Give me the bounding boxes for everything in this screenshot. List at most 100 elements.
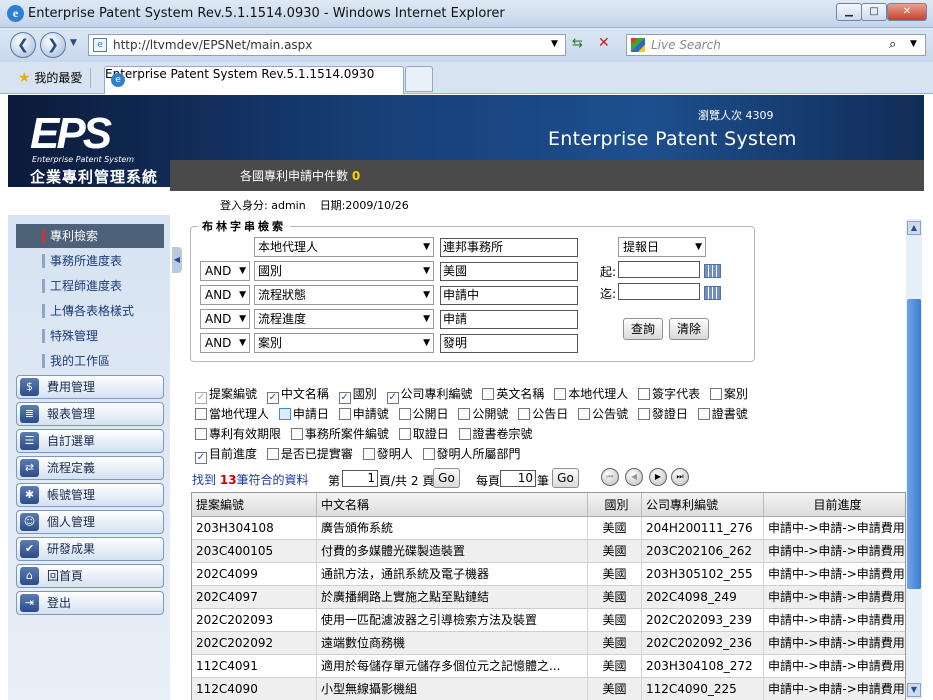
col-header-progress[interactable]: 目前進度 [764,493,905,517]
column-option[interactable]: ✓ 公司專利編號 [386,385,473,404]
live-search-box[interactable]: Live Search ⌕ ▼ [626,34,926,56]
checkbox[interactable]: ✓ [266,392,279,404]
operator-select[interactable]: AND ▼ [200,309,250,329]
checkbox[interactable]: ✓ [386,392,399,404]
sidebar-item-upload-forms[interactable]: 上傳各表格樣式 [16,299,164,323]
column-option[interactable]: 專利有效期限 [195,425,281,442]
table-row[interactable]: 112C4090 小型無線攝影機組 美國 112C4090_225 申請中->申… [192,678,905,700]
menu-account-management[interactable]: ✱ 帳號管理 [16,483,164,507]
field-select[interactable]: 本地代理人 ▼ [254,237,434,257]
clear-button[interactable]: 清除 [669,318,709,340]
go-page-button[interactable]: Go [433,468,460,488]
checkbox[interactable] [362,448,375,460]
go-per-page-button[interactable]: Go [552,468,579,488]
menu-flow-definition[interactable]: ⇄ 流程定義 [16,456,164,480]
table-row[interactable]: 202C202093 使用一匹配濾波器之引導檢索方法及裝置 美國 202C202… [192,609,905,632]
next-page-icon[interactable]: ▶ [649,468,667,486]
menu-rd-results[interactable]: ✔ 研發成果 [16,537,164,561]
value-input[interactable]: 連邦事務所 [440,238,578,257]
column-option[interactable]: 事務所案件編號 [290,425,389,442]
menu-home[interactable]: ⌂ 回首頁 [16,564,164,588]
checkbox[interactable]: ✓ [195,392,207,404]
column-option[interactable]: 證書卷宗號 [458,425,533,442]
column-option[interactable]: 申請日 [278,405,329,422]
field-select[interactable]: 國別 ▼ [254,261,434,281]
checkbox[interactable] [458,408,471,420]
menu-personal-management[interactable]: ☺ 個人管理 [16,510,164,534]
back-icon[interactable]: ❮ [10,32,36,58]
maximize-button[interactable]: □ [861,3,887,21]
column-option[interactable]: 公開號 [458,405,508,422]
page-scrollbar[interactable]: ▲ ▼ [906,219,922,699]
last-page-icon[interactable]: ⏭ [671,468,689,486]
column-option[interactable]: 公開日 [398,405,449,422]
column-option[interactable]: 是否已提實審 [266,445,353,462]
checkbox[interactable] [518,408,531,420]
column-option[interactable]: 發明人 [362,445,413,462]
menu-custom-menu[interactable]: ☰ 自訂選單 [16,429,164,453]
column-option[interactable]: ✓ 目前進度 [195,445,257,464]
search-icon[interactable]: ⌕ [889,37,896,52]
column-option[interactable]: 當地代理人 [195,405,269,422]
table-row[interactable]: 203C400105 付費的多媒體光碟製造裝置 美國 203C202106_26… [192,540,905,563]
history-dropdown-icon[interactable]: ▼ [70,38,77,48]
column-option[interactable]: 申請號 [338,405,389,422]
refresh-icon[interactable]: ⇆ [572,36,583,51]
column-option[interactable]: 發證日 [637,405,688,422]
column-option[interactable]: ✓ 國別 [338,385,377,404]
column-option[interactable]: 取證日 [398,425,449,442]
sidebar-item-my-workspace[interactable]: 我的工作區 [16,349,164,373]
to-date-input[interactable] [618,283,700,300]
per-page-input[interactable]: 10 [500,470,536,487]
favorites-button[interactable]: ★ 我的最愛 [18,69,82,86]
column-option[interactable]: 案別 [709,385,748,402]
minimize-button[interactable]: ▁ [836,3,862,21]
checkbox[interactable] [578,408,591,420]
col-header-country[interactable]: 國別 [588,493,642,517]
checkbox[interactable]: ✓ [195,452,207,464]
menu-fee-management[interactable]: $ 費用管理 [16,375,164,399]
checkbox[interactable] [482,388,495,400]
column-option[interactable]: 英文名稱 [482,385,544,402]
checkbox[interactable]: ✓ [338,392,351,404]
sidebar-item-engineer-progress[interactable]: 工程師進度表 [16,274,164,298]
field-select[interactable]: 案別 ▼ [254,333,434,353]
column-option[interactable]: 本地代理人 [554,385,628,402]
column-option[interactable]: ✓ 提案編號 [195,385,257,404]
table-row[interactable]: 112C4091 適用於每儲存單元儲存多個位元之記憶體之... 美國 203H3… [192,655,905,678]
column-option[interactable]: 公告號 [578,405,628,422]
scroll-up-icon[interactable]: ▲ [907,221,921,235]
checkbox[interactable] [458,428,471,440]
menu-report-management[interactable]: ≣ 報表管理 [16,402,164,426]
calendar-icon[interactable] [704,286,721,300]
field-select[interactable]: 流程進度 ▼ [254,309,434,329]
scroll-down-icon[interactable]: ▼ [907,683,921,697]
value-input[interactable]: 美國 [440,262,578,281]
sidebar-item-special-management[interactable]: 特殊管理 [16,324,164,348]
prev-page-icon[interactable]: ◀ [625,468,643,486]
checkbox[interactable] [195,408,207,420]
checkbox[interactable] [422,448,435,460]
table-row[interactable]: 202C202092 遠端數位商務機 美國 202C202092_236 申請中… [192,632,905,655]
close-window-button[interactable]: ✕ [887,3,927,21]
value-input[interactable]: 申請中 [440,286,578,305]
col-header-company-patent-no[interactable]: 公司專利編號 [642,493,764,517]
operator-select[interactable]: AND ▼ [200,333,250,353]
column-option[interactable]: 公告日 [518,405,568,422]
url-dropdown-icon[interactable]: ▼ [551,39,558,49]
checkbox[interactable] [195,428,207,440]
sidebar-item-patent-search[interactable]: 專利檢索 [16,224,164,248]
url-bar[interactable]: e http://ltvmdev/EPSNet/main.aspx ▼ [88,34,566,56]
first-page-icon[interactable]: ⏮ [601,468,619,486]
operator-select[interactable]: AND ▼ [200,285,250,305]
checkbox[interactable] [338,408,351,420]
checkbox[interactable] [554,388,567,400]
table-row[interactable]: 202C4097 於廣播網路上實施之點至點鏈結 美國 202C4098_249 … [192,586,905,609]
table-row[interactable]: 202C4099 通訊方法，通訊系統及電子機器 美國 203H305102_25… [192,563,905,586]
menu-logout[interactable]: ⇥ 登出 [16,591,164,615]
page-number-input[interactable]: 1 [342,470,378,487]
query-button[interactable]: 查詢 [623,318,663,340]
checkbox[interactable] [398,428,411,440]
checkbox[interactable] [398,408,411,420]
table-row[interactable]: 203H304108 廣告頒佈系統 美國 204H200111_276 申請中-… [192,517,905,540]
